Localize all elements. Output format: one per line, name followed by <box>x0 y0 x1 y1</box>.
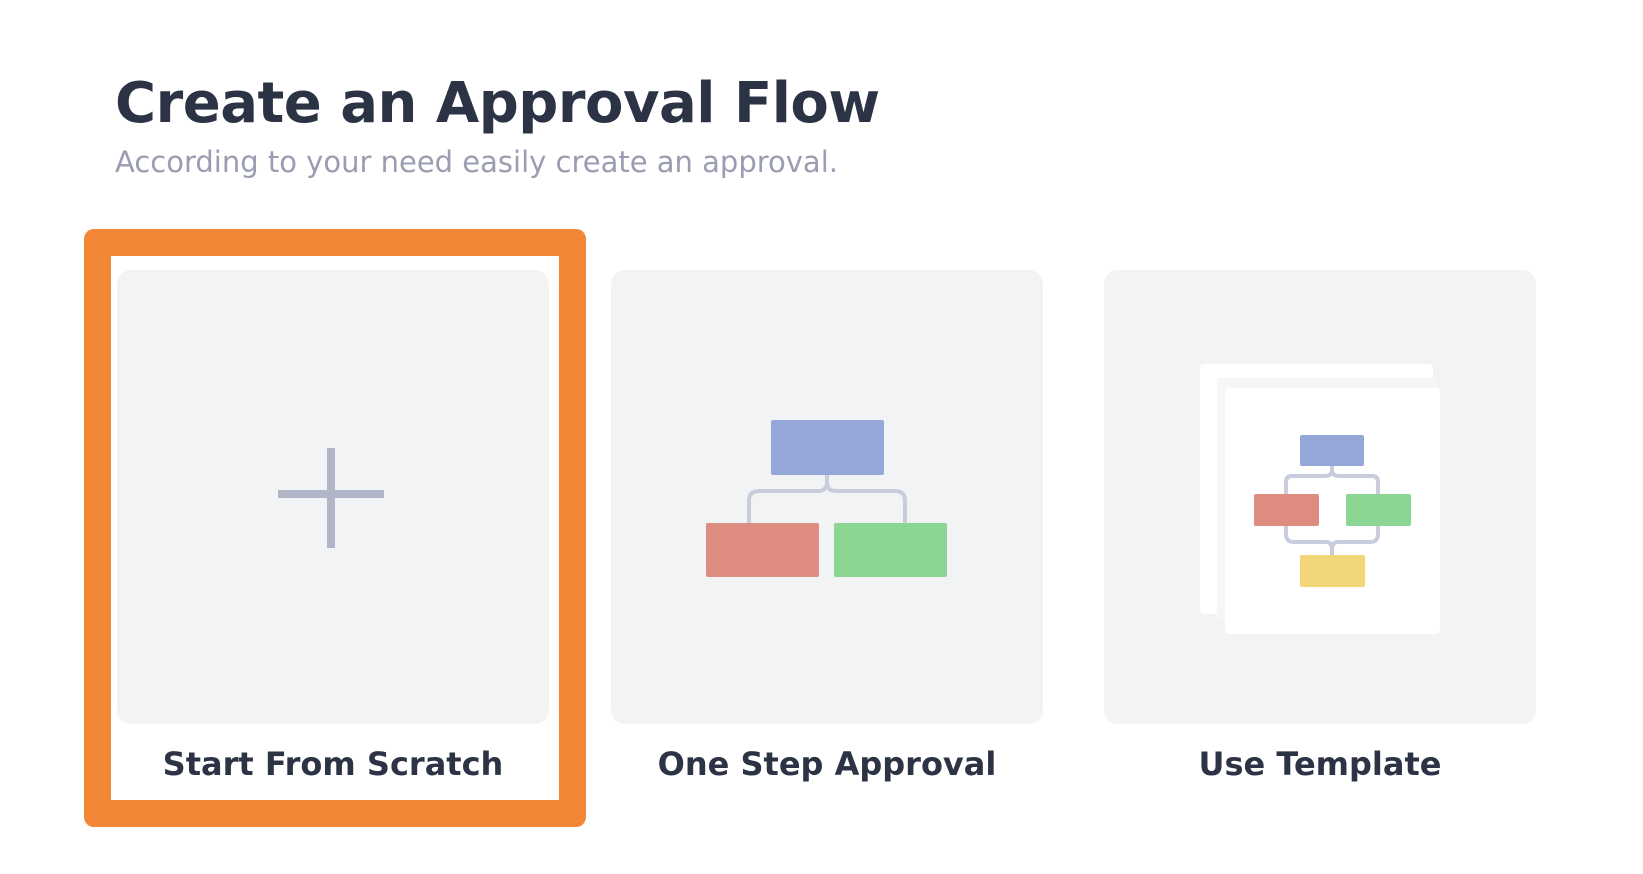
start-from-scratch-label: Start From Scratch <box>162 745 504 783</box>
template-left-node <box>1254 494 1319 526</box>
page-header: Create an Approval Flow According to you… <box>115 68 880 180</box>
page-subtitle: According to your need easily create an … <box>115 145 838 179</box>
right-branch-node <box>834 523 947 577</box>
one-step-approval-label: One Step Approval <box>657 745 997 783</box>
template-root-node <box>1300 435 1364 466</box>
template-right-node <box>1346 494 1411 526</box>
use-template-illustration[interactable] <box>1104 270 1536 724</box>
one-step-approval-card[interactable]: One Step Approval <box>611 270 1043 785</box>
template-stack-icon <box>1200 364 1440 634</box>
template-merge-node <box>1300 555 1365 587</box>
use-template-card[interactable]: Use Template <box>1104 270 1536 785</box>
flowchart-icon <box>706 420 947 577</box>
left-branch-node <box>706 523 819 577</box>
one-step-approval-illustration[interactable] <box>611 270 1043 724</box>
plus-icon <box>278 448 384 548</box>
page-title: Create an Approval Flow <box>115 71 880 136</box>
start-from-scratch-illustration[interactable] <box>117 270 549 724</box>
root-node <box>771 420 884 475</box>
use-template-label: Use Template <box>1198 745 1442 783</box>
start-from-scratch-card[interactable]: Start From Scratch <box>117 270 549 785</box>
